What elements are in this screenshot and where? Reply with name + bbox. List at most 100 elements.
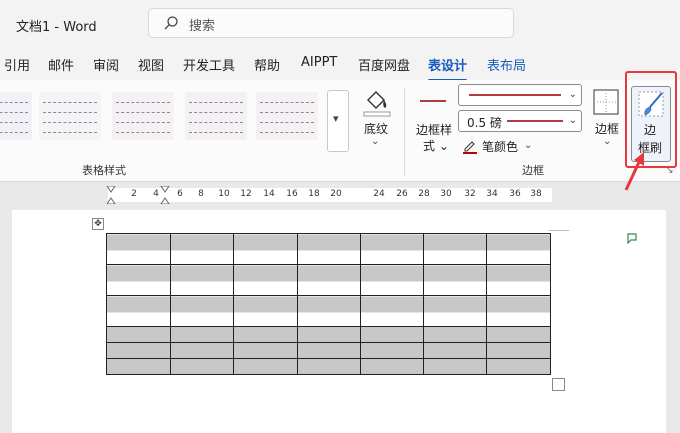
table-cell[interactable] [486,342,551,359]
search-box[interactable]: 搜索 [148,8,514,38]
table-cell[interactable] [233,358,298,375]
paint-bucket-icon[interactable] [360,86,392,118]
ruler-tick: 28 [418,189,430,199]
table-cell[interactable] [360,264,424,296]
table-cell[interactable] [423,342,487,359]
ruler-tick: 12 [240,189,252,199]
ruler-tick: 34 [486,189,498,199]
line-weight-value: 0.5 磅 [467,116,502,130]
borders-label[interactable]: 边框 [595,120,619,137]
table-cell[interactable] [233,233,298,265]
chevron-down-icon: ⌄ [524,140,533,151]
shading-label[interactable]: 底纹 [364,120,388,137]
ruler-tick: 18 [308,189,320,199]
table-cell[interactable] [106,342,171,359]
table-style-thumb[interactable] [185,92,247,140]
table-cell[interactable] [106,264,171,296]
chevron-down-icon[interactable]: ⌄ [371,136,379,147]
ruler-tick: 30 [440,189,452,199]
table-cell[interactable] [106,358,171,375]
border-styles-label-2[interactable]: 式 ⌄ [423,137,449,154]
table-cell[interactable] [360,233,424,265]
border-styles-label[interactable]: 边框样 [416,121,452,138]
borders-icon[interactable] [592,88,620,116]
table-cell[interactable] [170,295,234,327]
table-cell[interactable] [297,358,361,375]
line-weight-select[interactable]: 0.5 磅 ⌄ [458,110,582,132]
table-cell[interactable] [297,233,361,265]
table-cell[interactable] [360,342,424,359]
table-style-thumb[interactable] [256,92,318,140]
table-cell[interactable] [297,326,361,343]
ruler-tick: 2 [131,189,137,199]
table-cell[interactable] [486,295,551,327]
table-cell[interactable] [170,358,234,375]
table-styles-group-label: 表格样式 [82,164,126,177]
table-cell[interactable] [106,233,171,265]
table-cell[interactable] [233,342,298,359]
table-cell[interactable] [106,295,171,327]
tab-baidu-netdisk[interactable]: 百度网盘 [358,55,410,74]
table-row[interactable] [106,342,551,359]
indent-marker-icon[interactable] [160,186,170,204]
table-cell[interactable] [106,326,171,343]
table-cell[interactable] [423,295,487,327]
table-cell[interactable] [297,295,361,327]
table-move-handle-icon[interactable]: ✥ [92,218,104,230]
document-table[interactable] [106,233,551,375]
line-style-select[interactable]: ⌄ [458,84,582,106]
table-cell[interactable] [170,342,234,359]
table-row[interactable] [106,326,551,343]
tab-view[interactable]: 视图 [138,55,164,74]
table-cell[interactable] [423,358,487,375]
table-cell[interactable] [233,295,298,327]
tab-review[interactable]: 审阅 [93,55,119,74]
table-cell[interactable] [486,358,551,375]
table-cell[interactable] [233,264,298,296]
indent-marker-icon[interactable] [106,186,116,204]
table-row[interactable] [106,264,551,296]
table-resize-handle[interactable] [552,378,565,391]
table-row[interactable] [106,295,551,327]
table-row[interactable] [106,358,551,375]
table-cell[interactable] [360,358,424,375]
ruler-track[interactable]: 2 4 6 8 10 12 14 16 18 20 24 26 28 30 32… [106,186,552,204]
table-cell[interactable] [486,326,551,343]
chevron-down-icon: ▾ [333,112,339,125]
table-cell[interactable] [297,264,361,296]
table-row[interactable] [106,233,551,265]
table-style-thumb[interactable] [112,92,174,140]
callout-arrow-icon [624,152,644,191]
table-cell[interactable] [423,264,487,296]
tab-help[interactable]: 帮助 [254,55,280,74]
ruler-tick: 24 [373,189,385,199]
tab-references[interactable]: 引用 [4,55,30,74]
table-cell[interactable] [297,342,361,359]
ruler-tick: 26 [396,189,408,199]
table-cell[interactable] [486,264,551,296]
table-cell[interactable] [360,326,424,343]
table-cell[interactable] [360,295,424,327]
gallery-more-button[interactable]: ▾ [327,90,349,152]
table-cell[interactable] [170,326,234,343]
comment-icon[interactable] [626,232,638,244]
tab-developer[interactable]: 开发工具 [183,55,235,74]
table-style-thumb[interactable] [0,92,32,140]
table-cell[interactable] [170,233,234,265]
tab-table-layout[interactable]: 表布局 [487,55,526,74]
table-cell[interactable] [423,326,487,343]
ribbon-tabs: 引用 邮件 审阅 视图 开发工具 帮助 AIPPT 百度网盘 表设计 表布局 [0,46,680,82]
chevron-down-icon[interactable]: ⌄ [603,136,611,147]
table-cell[interactable] [423,233,487,265]
table-cell[interactable] [233,326,298,343]
document-title: 文档1 - Word [16,20,97,35]
tab-aippt[interactable]: AIPPT [301,55,337,70]
table-cell[interactable] [486,233,551,265]
ruler-tick: 16 [286,189,298,199]
search-placeholder: 搜索 [189,19,216,34]
tab-mailings[interactable]: 邮件 [48,55,74,74]
table-style-thumb[interactable] [39,92,101,140]
table-cell[interactable] [170,264,234,296]
tab-table-design[interactable]: 表设计 [428,55,468,82]
ruler-tick: 32 [464,189,476,199]
